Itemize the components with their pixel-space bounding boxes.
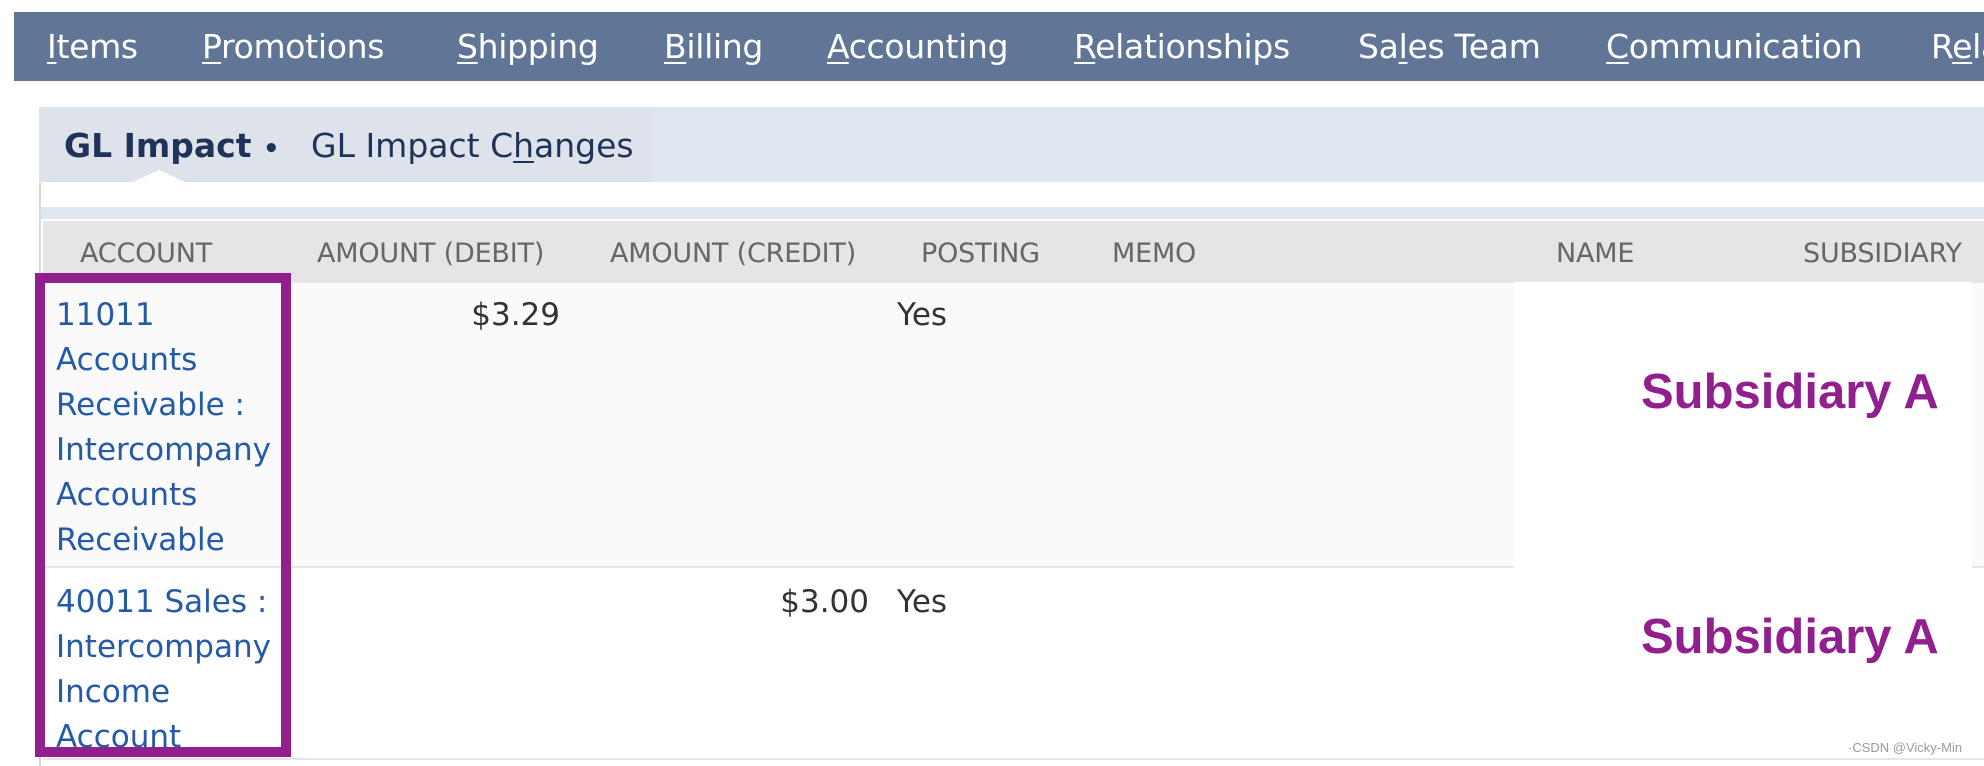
nav-item-billing[interactable]: Billing <box>664 12 763 81</box>
nav-label: lated Records <box>1972 27 1984 66</box>
account-link[interactable]: 40011 Sales : Intercompany Income Accoun… <box>56 580 286 760</box>
access-key: C <box>1606 27 1629 66</box>
gl-tabbar: GL Impact • GL Impact Changes <box>39 107 1984 182</box>
tab-label: GL Impact <box>64 126 252 165</box>
table-row: 40011 Sales : Intercompany Income Accoun… <box>43 570 1984 760</box>
nav-label: romotions <box>221 27 385 66</box>
nav-item-relationships[interactable]: Relationships <box>1074 12 1290 81</box>
nav-label: illing <box>686 27 764 66</box>
header-amount-credit[interactable]: AMOUNT (CREDIT) <box>610 221 856 283</box>
nav-item-sales-team[interactable]: Sales Team <box>1358 12 1541 81</box>
access-key: R <box>1074 27 1096 66</box>
redaction-overlay <box>1514 282 1972 568</box>
access-key: S <box>457 27 478 66</box>
nav-item-items[interactable]: Items <box>47 12 138 81</box>
nav-label: R <box>1931 27 1953 66</box>
tab-label: GL Impact C <box>311 126 514 165</box>
panel-border <box>39 182 41 766</box>
nav-item-communication[interactable]: Communication <box>1606 12 1863 81</box>
nav-label: ommunication <box>1628 27 1863 66</box>
nav-label: tems <box>56 27 138 66</box>
panel-header-strip <box>41 207 1984 219</box>
amount-credit: $3.00 <box>780 584 869 620</box>
account-text: 40011 Sales : <box>56 584 268 620</box>
nav-label: elationships <box>1095 27 1290 66</box>
table-header: ACCOUNT AMOUNT (DEBIT) AMOUNT (CREDIT) P… <box>43 221 1984 283</box>
subsidiary-annotation: Subsidiary A <box>1641 365 1939 419</box>
nav-label: hipping <box>477 27 599 66</box>
access-key: e <box>1952 27 1973 66</box>
watermark: ·CSDN @Vicky-Min <box>1848 740 1963 755</box>
nav-item-promotions[interactable]: Promotions <box>202 12 384 81</box>
header-account[interactable]: ACCOUNT <box>80 221 212 283</box>
subsidiary-annotation: Subsidiary A <box>1641 610 1939 664</box>
account-text: Receivable : <box>56 387 245 423</box>
header-memo[interactable]: MEMO <box>1112 221 1196 283</box>
account-text: 11011 <box>56 297 155 333</box>
tab-label: anges <box>534 126 634 165</box>
active-dot-icon: • <box>263 134 280 164</box>
nav-item-accounting[interactable]: Accounting <box>827 12 1009 81</box>
account-text: Income <box>56 674 171 710</box>
tab-group: GL Impact • GL Impact Changes <box>39 107 653 182</box>
header-subsidiary[interactable]: SUBSIDIARY <box>1803 221 1962 283</box>
nav-label: Sa <box>1358 27 1399 66</box>
account-link[interactable]: 11011 Accounts Receivable : Intercompany… <box>56 293 286 563</box>
nav-label: ccounting <box>848 27 1009 66</box>
nav-label: es Team <box>1407 27 1541 66</box>
header-posting[interactable]: POSTING <box>921 221 1040 283</box>
subtab-nav: Items Promotions Shipping Billing Accoun… <box>14 12 1984 81</box>
access-key: B <box>664 27 687 66</box>
nav-item-shipping[interactable]: Shipping <box>457 12 599 81</box>
account-text: Account <box>56 719 182 755</box>
nav-item-related-records[interactable]: Related Records <box>1931 12 1984 81</box>
account-text: Accounts <box>56 477 198 513</box>
amount-debit: $3.29 <box>471 297 560 333</box>
active-tab-pointer-icon <box>133 170 185 182</box>
account-text: Accounts <box>56 342 198 378</box>
header-amount-debit[interactable]: AMOUNT (DEBIT) <box>317 221 544 283</box>
header-name[interactable]: NAME <box>1556 221 1634 283</box>
posting-value: Yes <box>897 297 948 333</box>
account-text: Receivable <box>56 522 225 558</box>
account-text: Intercompany <box>56 629 271 665</box>
access-key: A <box>827 27 849 66</box>
posting-value: Yes <box>897 584 948 620</box>
account-text: Intercompany <box>56 432 271 468</box>
access-key: h <box>513 126 535 165</box>
access-key: P <box>202 27 222 66</box>
tab-gl-impact-changes[interactable]: GL Impact Changes <box>311 107 634 182</box>
